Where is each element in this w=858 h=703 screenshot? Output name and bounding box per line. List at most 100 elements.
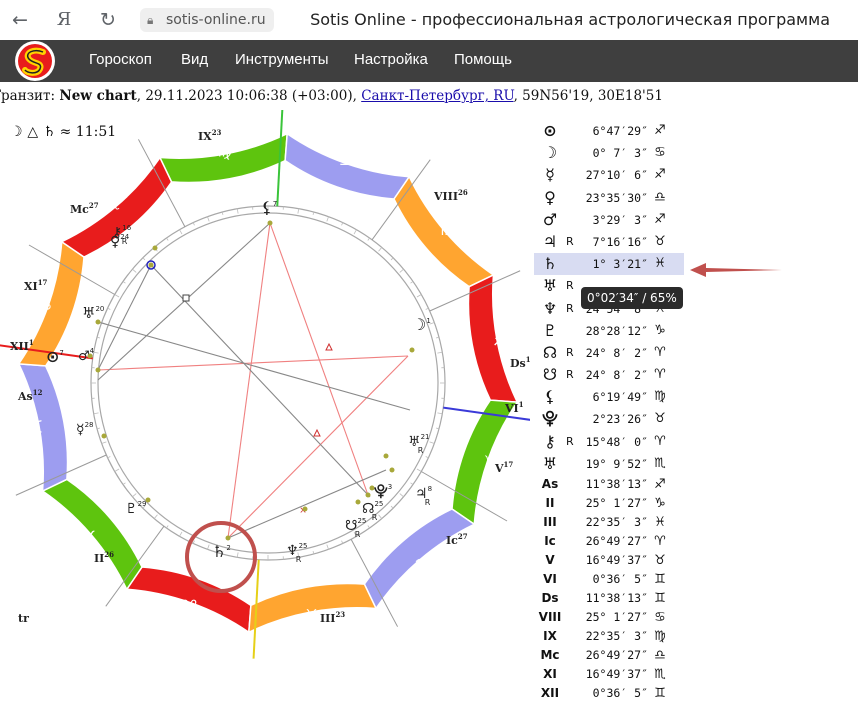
planet-row[interactable]: ♂3°29′ 3″♐ [534, 209, 684, 231]
menu-settings[interactable]: Настройка [354, 40, 428, 80]
planet-row[interactable]: ☊R24° 8′ 2″♈ [534, 342, 684, 364]
planet-row[interactable]: ♀23°35′30″♎ [534, 187, 684, 209]
sotis-logo[interactable] [12, 40, 58, 82]
chart-planet-icon[interactable]: ♅20 [82, 304, 104, 322]
gemini-sign-icon: ♊ [28, 418, 43, 438]
cusp-label: VIII26 [433, 188, 468, 203]
cusp-row[interactable]: Mc26°49′27″♎ [534, 646, 684, 665]
planet-row[interactable]: ♃R7°16′16″♉ [534, 231, 684, 253]
degree-tick [193, 223, 194, 226]
cusp-row[interactable]: V16°49′37″♉ [534, 551, 684, 570]
cusp-label-degree: 27 [458, 532, 468, 541]
reload-icon[interactable]: ↻ [96, 8, 120, 32]
row-value: 19° 9′52″ [582, 453, 648, 475]
planet-row[interactable]: ♇28°28′12″♑ [534, 320, 684, 342]
cusp-label: Ic27 [446, 532, 468, 547]
degree-tick [327, 217, 329, 222]
cusp-row[interactable]: Ic26°49′27″♈ [534, 532, 684, 551]
planet-glyph: ⊙ [46, 347, 59, 366]
natal-chart-wheel[interactable]: ♈♉♊♋♌♍♎♏♐♑♒♓ × As12II26III23Ic27V17VI1Ds… [0, 110, 530, 686]
place-link[interactable]: Санкт-Петербург, RU [361, 88, 513, 104]
cusp-label-name: XII [10, 340, 29, 353]
back-arrow-icon[interactable]: ← [8, 8, 32, 32]
planet-degree: 7 [59, 349, 63, 357]
planet-row[interactable]: ☽0° 7′ 3″♋ [534, 142, 684, 164]
menu-tools[interactable]: Инструменты [235, 40, 329, 80]
planet-degree-dot [356, 500, 361, 505]
planet-degree-dot [410, 348, 415, 353]
chart-planet-icon[interactable]: ⊙7 [46, 347, 64, 366]
row-retrograde: R [566, 431, 574, 453]
cusp-row[interactable]: VIII25° 1′27″♋ [534, 608, 684, 627]
cusp-row[interactable]: As11°38′13″♐ [534, 475, 684, 494]
cusp-row[interactable]: Ds11°38′13″♊ [534, 589, 684, 608]
row-glyph: As [538, 475, 562, 494]
planet-row[interactable]: ⚸6°19′49″♍ [534, 386, 684, 408]
degree-tick [108, 308, 111, 309]
row-value: 11°38′13″ [582, 475, 648, 494]
aspect-line [98, 265, 151, 370]
lock-icon: 🔒︎ [147, 8, 153, 32]
chart-planet-icon[interactable]: ⯓3 [374, 483, 392, 500]
chart-planet-icon[interactable]: ♄2 [212, 542, 231, 561]
address-bar[interactable]: 🔒︎ sotis-online.ru [140, 8, 274, 32]
planet-row[interactable]: ⊙6°47′29″♐ [534, 120, 684, 142]
degree-tick [417, 295, 421, 298]
planet-glyph: ♅ [82, 304, 95, 322]
cusp-label-name: V [494, 462, 504, 475]
cusp-row[interactable]: XI16°49′37″♏ [534, 665, 684, 684]
degree-tick [94, 352, 99, 353]
cusp-row[interactable]: IX22°35′ 3″♍ [534, 627, 684, 646]
chart-planet-icon[interactable]: ⚸7 [261, 198, 277, 217]
planet-glyph: ⚷ [112, 225, 122, 241]
libra-sign-icon: ♎ [339, 151, 354, 171]
degree-tick [237, 209, 238, 214]
cusp-label: Ds12 [510, 355, 530, 370]
row-retrograde: R [566, 364, 574, 386]
pointer-arrow [688, 262, 788, 278]
chart-planet-icon[interactable]: ☿28 [76, 421, 94, 438]
row-glyph: V [538, 551, 562, 570]
retrograde-marker: R [425, 498, 431, 507]
degree-tick [342, 541, 343, 544]
planet-row[interactable]: ⯓2°23′26″♉ [534, 408, 684, 430]
row-glyph: XII [538, 684, 562, 703]
menu-horoscope[interactable]: Гороскоп [89, 40, 152, 80]
planet-degree: 25 [357, 517, 366, 525]
degree-tick [180, 532, 183, 536]
row-glyph: ♃ [538, 231, 562, 253]
planet-degree-dot [268, 221, 273, 226]
planet-row[interactable]: ♄1° 3′21″♓ [534, 253, 684, 275]
chart-planet-icon[interactable]: ☽1 [412, 315, 431, 334]
row-glyph: ☽ [538, 142, 562, 164]
row-sign-icon: ♓ [650, 253, 670, 275]
menu-help[interactable]: Помощь [454, 40, 512, 80]
row-glyph: II [538, 494, 562, 513]
chart-name[interactable]: New chart [59, 88, 136, 104]
cusp-label: V17 [494, 460, 513, 475]
cusp-row[interactable]: VI0°36′ 5″♊ [534, 570, 684, 589]
row-value: 6°19′49″ [582, 386, 648, 408]
degree-tick [400, 269, 404, 272]
menu-bar: Гороскоп Вид Инструменты Настройка Помощ… [0, 40, 858, 82]
yandex-icon[interactable]: Я [52, 8, 76, 32]
row-value: 7°16′16″ [582, 231, 648, 253]
planet-row[interactable]: ☿27°10′ 6″♐ [534, 164, 684, 186]
cusp-row[interactable]: II25° 1′27″♑ [534, 494, 684, 513]
retrograde-marker: R [418, 446, 424, 455]
planet-row[interactable]: ☋R24° 8′ 2″♈ [534, 364, 684, 386]
cusp-label-degree: 26 [104, 550, 114, 559]
planet-degree-dot [153, 246, 158, 251]
planet-row[interactable]: ⚷R15°48′ 0″♈ [534, 431, 684, 453]
cusp-label-degree: 12 [526, 355, 530, 364]
virgo-sign-icon: ♍ [217, 142, 232, 162]
cusp-row[interactable]: XII0°36′ 5″♊ [534, 684, 684, 703]
cusp-row[interactable]: III22°35′ 3″♓ [534, 513, 684, 532]
menu-view[interactable]: Вид [181, 40, 208, 80]
row-sign-icon: ♉ [650, 408, 670, 430]
planet-row[interactable]: ♅19° 9′52″♏ [534, 453, 684, 475]
cusp-label-name: Ic [446, 534, 458, 547]
row-retrograde: R [566, 342, 574, 364]
url-text: sotis-online.ru [166, 12, 266, 28]
row-sign-icon: ♋ [650, 608, 670, 627]
